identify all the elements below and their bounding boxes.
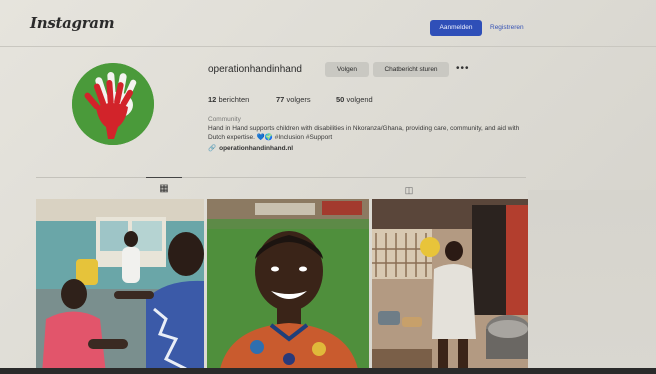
screen: Instagram Aanmelden Registreren operatio… — [0, 0, 656, 374]
hand-logo-icon — [72, 63, 154, 145]
top-navigation: Instagram Aanmelden Registreren — [0, 0, 656, 47]
post-thumbnail-2[interactable] — [207, 199, 369, 374]
empty-grid-area — [528, 190, 656, 374]
tabs-divider — [36, 177, 526, 178]
monitor-bezel — [0, 368, 656, 374]
message-button[interactable]: Chatbericht sturen — [373, 62, 449, 77]
following-stat[interactable]: 50 volgend — [336, 95, 373, 104]
following-count: 50 — [336, 95, 345, 104]
followers-label: volgers — [286, 95, 311, 104]
post-image-1 — [36, 199, 204, 374]
instagram-logo[interactable]: Instagram — [30, 14, 115, 32]
following-label: volgend — [346, 95, 373, 104]
profile-link-row[interactable]: 🔗 operationhandinhand.nl — [208, 144, 293, 152]
tab-tagged[interactable]: ◫ — [400, 180, 418, 195]
profile-bio: Hand in Hand supports children with disa… — [208, 125, 520, 141]
register-link[interactable]: Registreren — [490, 20, 524, 36]
more-dots-icon[interactable]: ••• — [456, 63, 470, 74]
posts-stat: 12 berichten — [208, 95, 249, 104]
followers-count: 77 — [276, 95, 285, 104]
post-image-3 — [372, 199, 528, 374]
posts-label: berichten — [218, 95, 250, 104]
post-thumbnail-1[interactable] — [36, 199, 204, 374]
post-thumbnail-3[interactable] — [372, 199, 528, 374]
tab-posts[interactable]: ▦ — [146, 177, 182, 196]
follow-button[interactable]: Volgen — [325, 62, 369, 77]
grid-icon: ▦ — [159, 183, 169, 194]
tagged-icon: ◫ — [404, 185, 414, 195]
profile-link[interactable]: operationhandinhand.nl — [219, 145, 293, 152]
followers-stat[interactable]: 77 volgers — [276, 95, 311, 104]
login-button[interactable]: Aanmelden — [430, 20, 482, 36]
link-icon: 🔗 — [208, 145, 217, 152]
posts-count: 12 — [208, 95, 217, 104]
post-image-2 — [207, 199, 369, 374]
profile-category: Community — [208, 116, 241, 123]
profile-avatar[interactable] — [72, 63, 154, 145]
profile-username: operationhandinhand — [208, 64, 302, 75]
